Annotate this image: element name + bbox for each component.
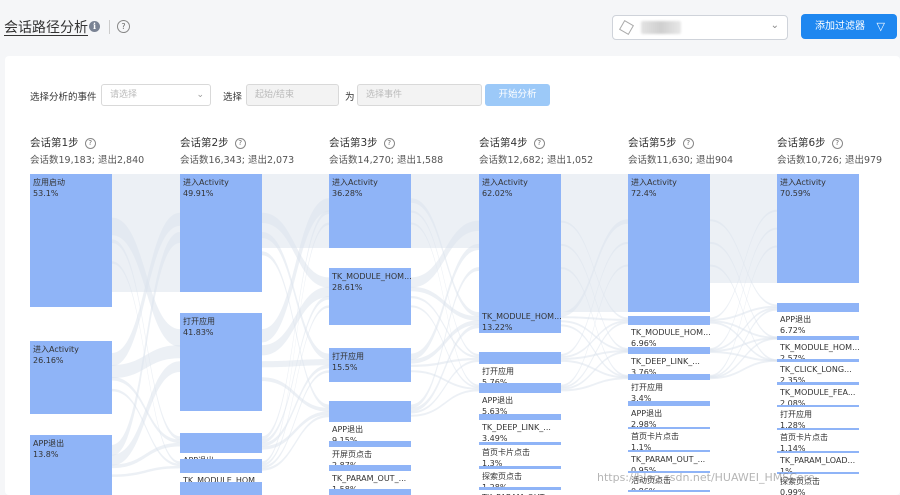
sankey-node[interactable] xyxy=(479,383,561,393)
sankey-node[interactable] xyxy=(479,352,561,364)
sankey-node[interactable] xyxy=(329,401,411,422)
node-label: 进入Activity xyxy=(183,178,229,187)
node-percent: 13.8% xyxy=(33,450,59,459)
node-label: 打开应用 xyxy=(780,409,812,419)
node-label: 探索页点击 xyxy=(482,471,522,481)
node-label: 打开应用 xyxy=(631,382,663,392)
node-percent: 53.1% xyxy=(33,189,59,198)
node-percent: 70.59% xyxy=(780,189,811,198)
node-label: 打开应用 xyxy=(482,366,514,376)
node-label: 进入Activity xyxy=(780,178,826,187)
node-label: TK_PARAM_OUT_... xyxy=(331,474,406,483)
sankey-node[interactable] xyxy=(628,347,710,354)
node-label: APP退出 xyxy=(33,438,64,448)
sankey-node[interactable] xyxy=(777,359,859,362)
node-label: 进入Activity xyxy=(482,178,528,187)
node-label: 进入Activity xyxy=(332,178,378,187)
node-label: APP退出 xyxy=(482,395,513,405)
node-label: TK_MODULE_HOM... xyxy=(481,312,562,321)
node-label: APP退出 xyxy=(332,424,363,434)
flow-link-28[interactable] xyxy=(411,174,479,248)
node-label: TK_CLICK_LONG... xyxy=(779,365,852,374)
node-percent: 36.28% xyxy=(332,189,363,198)
node-percent: 72.4% xyxy=(631,189,657,198)
flow-link-60[interactable] xyxy=(710,174,777,283)
node-label: 首页卡片点击 xyxy=(780,432,828,442)
node-label: TK_DEEP_LINK_... xyxy=(630,357,700,366)
sankey-node[interactable] xyxy=(479,442,561,445)
sankey-node[interactable] xyxy=(479,466,561,469)
node-label: TK_MODULE_FEA... xyxy=(779,388,855,397)
flow-link-18[interactable] xyxy=(262,359,329,368)
sankey-node[interactable] xyxy=(628,490,710,492)
node-label: 进入Activity xyxy=(33,345,79,354)
flow-link-65[interactable] xyxy=(710,305,777,321)
sankey-node[interactable] xyxy=(628,450,710,452)
sankey-node[interactable] xyxy=(628,374,710,380)
sankey-node[interactable] xyxy=(180,433,262,453)
node-percent: 41.83% xyxy=(183,328,214,337)
sankey-chart: 应用启动 53.1% 进入Activity 26.16% APP退出 13.8% 进入Act… xyxy=(30,174,860,495)
node-percent: 6.96% xyxy=(631,339,657,348)
node-percent: 26.16% xyxy=(33,356,64,365)
flow-link-44[interactable] xyxy=(561,174,628,312)
node-label: TK_DEEP_LINK_... xyxy=(481,423,551,432)
sankey-node[interactable] xyxy=(777,382,859,385)
sankey-node[interactable] xyxy=(329,489,411,495)
node-label: 应用启动 xyxy=(33,177,65,187)
flow-link-11[interactable] xyxy=(112,465,180,477)
node-label: 进入Activity xyxy=(631,178,677,187)
node-label: 首页卡片点击 xyxy=(631,431,679,441)
node-percent: 6.72% xyxy=(780,326,806,335)
node-label: 打开应用 xyxy=(183,316,215,326)
sankey-node[interactable] xyxy=(180,459,262,473)
sankey-node[interactable] xyxy=(777,336,859,340)
node-label: TK_MODULE_HOM... xyxy=(779,343,860,352)
node-percent: 0.99% xyxy=(780,488,806,495)
node-percent: 28.61% xyxy=(332,283,363,292)
node-percent: 13.22% xyxy=(482,323,513,332)
sankey-node[interactable] xyxy=(628,316,710,325)
node-label: TK_PARAM_OUT_... xyxy=(630,455,705,464)
sankey-node[interactable] xyxy=(628,401,710,406)
watermark: https://blog.csdn.net/HUAWEI_HMSCore xyxy=(597,471,815,484)
node-label: 打开应用 xyxy=(332,351,364,361)
node-label: TK_PARAM_LOAD... xyxy=(779,456,855,465)
sankey-node[interactable] xyxy=(180,482,262,495)
sankey-node[interactable] xyxy=(777,405,859,407)
sankey-node[interactable] xyxy=(628,427,710,429)
sankey-node[interactable] xyxy=(777,451,859,453)
node-percent: 3.49% xyxy=(482,434,508,443)
node-label: APP退出 xyxy=(780,314,811,324)
flow-link-49[interactable] xyxy=(561,316,628,321)
node-label: TK_MODULE_HOM... xyxy=(630,328,711,337)
sankey-node[interactable] xyxy=(329,465,411,471)
node-label: 开屏页点击 xyxy=(332,449,372,459)
node-percent: 49.91% xyxy=(183,189,214,198)
node-label: 首页卡片点击 xyxy=(482,447,530,457)
sankey-node[interactable] xyxy=(479,414,561,420)
flow-link-22[interactable] xyxy=(262,364,329,447)
node-label: TK_MODULE_HOM... xyxy=(331,272,412,281)
sankey-node[interactable] xyxy=(329,441,411,447)
sankey-node[interactable] xyxy=(777,428,859,430)
node-percent: 15.5% xyxy=(332,363,358,372)
node-label: APP退出 xyxy=(631,408,662,418)
node-percent: 62.02% xyxy=(482,189,513,198)
sankey-node[interactable] xyxy=(479,487,561,490)
sankey-node[interactable] xyxy=(777,303,859,312)
